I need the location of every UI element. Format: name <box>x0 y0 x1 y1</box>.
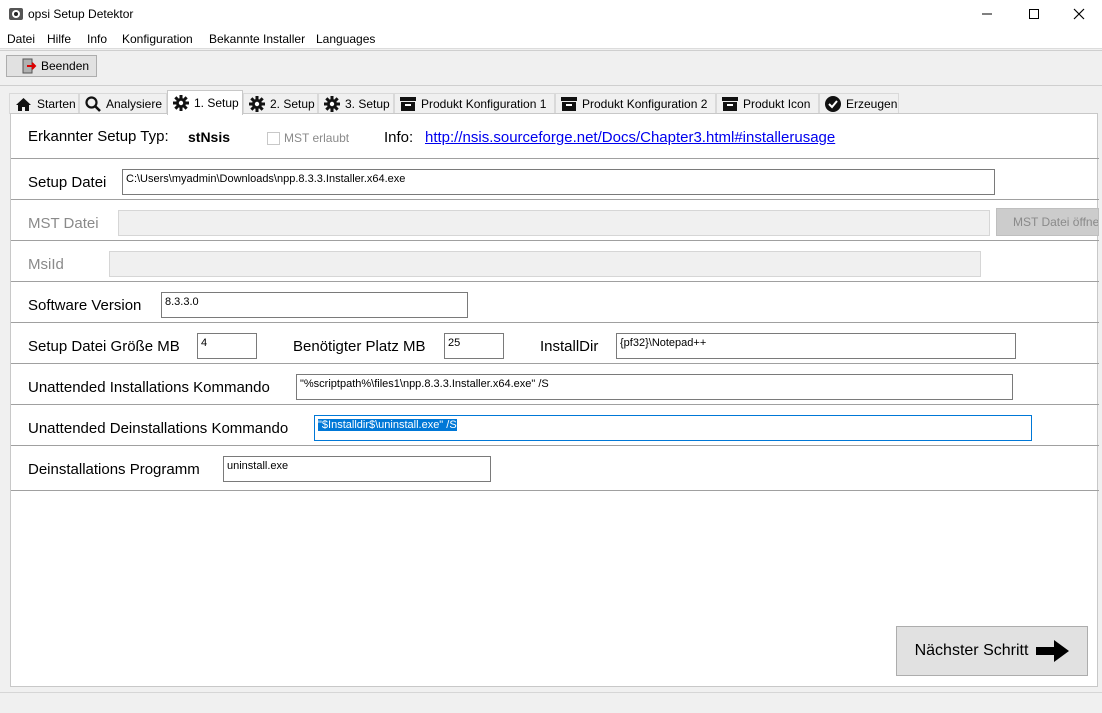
detected-type-value: stNsis <box>188 129 231 145</box>
tab-erzeugen[interactable]: Erzeugen <box>819 93 899 114</box>
tab-label: Produkt Icon <box>743 97 811 111</box>
menu-info[interactable]: Info <box>87 32 107 46</box>
menu-bekannte-installer[interactable]: Bekannte Installer <box>209 32 305 46</box>
box-icon <box>722 97 738 111</box>
menu-languages[interactable]: Languages <box>316 32 375 46</box>
msiid-field[interactable] <box>109 251 981 277</box>
tab-produkt-icon[interactable]: Produkt Icon <box>716 93 819 114</box>
mst-open-button[interactable]: MST Datei öffnen <box>996 208 1099 236</box>
tab-1-setup[interactable]: 1. Setup <box>167 90 243 115</box>
mst-allowed-label: MST erlaubt <box>284 131 350 145</box>
setup-file-label: Setup Datei <box>28 174 107 191</box>
info-label: Info: <box>384 129 414 146</box>
required-space-field[interactable]: 25 <box>444 333 504 359</box>
info-link[interactable]: http://nsis.sourceforge.net/Docs/Chapter… <box>425 129 835 146</box>
tab-analysiere[interactable]: Analysiere <box>79 93 167 114</box>
installdir-field[interactable]: {pf32}\Notepad++ <box>616 333 1016 359</box>
gear-icon <box>324 96 340 112</box>
next-step-button-label: Nächster Schritt <box>914 642 1029 659</box>
status-bar <box>0 692 1102 713</box>
close-icon <box>1073 8 1085 20</box>
install-command-field[interactable]: "%scriptpath%\files1\npp.8.3.3.Installer… <box>296 374 1013 400</box>
tab-label: Starten <box>37 97 76 111</box>
setup-size-label: Setup Datei Größe MB <box>28 338 180 355</box>
detected-type-row: Erkannter Setup Typ: stNsis MST erlaubt … <box>11 114 1099 159</box>
detected-type-label: Erkannter Setup Typ: <box>28 128 169 145</box>
tab-2-setup[interactable]: 2. Setup <box>243 93 318 114</box>
menu-datei[interactable]: Datei <box>7 32 35 46</box>
mst-file-field[interactable] <box>118 210 990 236</box>
size-installdir-row: Setup Datei Größe MB 4 Benötigter Platz … <box>11 323 1099 364</box>
mst-allowed-checkbox[interactable] <box>267 132 280 145</box>
tab-produkt-konfiguration-2[interactable]: Produkt Konfiguration 2 <box>555 93 716 114</box>
window-title: opsi Setup Detektor <box>28 7 134 21</box>
software-version-label: Software Version <box>28 297 142 314</box>
box-icon <box>561 97 577 111</box>
required-space-label: Benötigter Platz MB <box>293 338 426 355</box>
next-step-button[interactable]: Nächster Schritt <box>896 626 1088 676</box>
tab-label: Produkt Konfiguration 2 <box>582 97 708 111</box>
maximize-icon <box>1029 9 1039 19</box>
uninstall-program-label: Deinstallations Programm <box>28 461 200 478</box>
menu-hilfe[interactable]: Hilfe <box>47 32 71 46</box>
arrow-right-icon <box>1036 640 1070 662</box>
uninstall-command-selected-text: "$Installdir$\uninstall.exe" /S <box>318 419 457 431</box>
tab-bar: Starten Analysiere 1. Setup 2. Setup 3. … <box>0 90 1102 115</box>
tab-3-setup[interactable]: 3. Setup <box>318 93 394 114</box>
software-version-field[interactable]: 8.3.3.0 <box>161 292 468 318</box>
setup-file-row: Setup Datei C:\Users\myadmin\Downloads\n… <box>11 159 1099 200</box>
msiid-label: MsiId <box>28 256 64 273</box>
maximize-button[interactable] <box>1011 0 1057 28</box>
uninstall-command-label: Unattended Deinstallations Kommando <box>28 420 289 437</box>
check-circle-icon <box>825 96 841 112</box>
setup-size-field[interactable]: 4 <box>197 333 257 359</box>
tab-label: 3. Setup <box>345 97 390 111</box>
quit-button-label: Beenden <box>41 59 90 73</box>
tab-produkt-konfiguration-1[interactable]: Produkt Konfiguration 1 <box>394 93 555 114</box>
close-button[interactable] <box>1056 0 1102 28</box>
installdir-label: InstallDir <box>540 338 599 355</box>
box-icon <box>400 97 416 111</box>
exit-icon <box>22 58 37 74</box>
mst-open-button-label: MST Datei öffnen <box>1013 215 1099 229</box>
tab-label: Produkt Konfiguration 1 <box>421 97 547 111</box>
setup-file-field[interactable]: C:\Users\myadmin\Downloads\npp.8.3.3.Ins… <box>122 169 995 195</box>
install-command-row: Unattended Installations Kommando "%scri… <box>11 364 1099 405</box>
minimize-icon <box>982 13 992 15</box>
menu-konfiguration[interactable]: Konfiguration <box>122 32 193 46</box>
tab-label: 2. Setup <box>270 97 315 111</box>
gear-icon <box>249 96 265 112</box>
tab-label: Erzeugen <box>846 97 898 111</box>
uninstall-command-field[interactable]: "$Installdir$\uninstall.exe" /S <box>314 415 1032 441</box>
mst-file-row: MST Datei MST Datei öffnen <box>11 200 1099 241</box>
app-logo-icon <box>9 8 23 20</box>
uninstall-program-field[interactable]: uninstall.exe <box>223 456 491 482</box>
title-bar: opsi Setup Detektor <box>0 0 1102 28</box>
search-icon <box>85 96 101 112</box>
menu-bar: Datei Hilfe Info Konfiguration Bekannte … <box>0 28 1102 49</box>
install-command-label: Unattended Installations Kommando <box>28 379 270 396</box>
mst-file-label: MST Datei <box>28 215 99 232</box>
tab-label: 1. Setup <box>194 96 239 110</box>
software-version-row: Software Version 8.3.3.0 <box>11 282 1099 323</box>
uninstall-command-row: Unattended Deinstallations Kommando "$In… <box>11 405 1099 446</box>
tab-label: Analysiere <box>106 97 163 111</box>
uninstall-program-row: Deinstallations Programm uninstall.exe <box>11 446 1099 491</box>
tab-starten[interactable]: Starten <box>9 93 79 114</box>
minimize-button[interactable] <box>964 0 1010 28</box>
toolbar: Beenden <box>0 50 1102 86</box>
quit-button[interactable]: Beenden <box>6 55 97 77</box>
msiid-row: MsiId <box>11 241 1099 282</box>
setup-panel: Erkannter Setup Typ: stNsis MST erlaubt … <box>10 113 1099 687</box>
gear-icon <box>173 95 189 111</box>
home-icon <box>16 97 31 111</box>
